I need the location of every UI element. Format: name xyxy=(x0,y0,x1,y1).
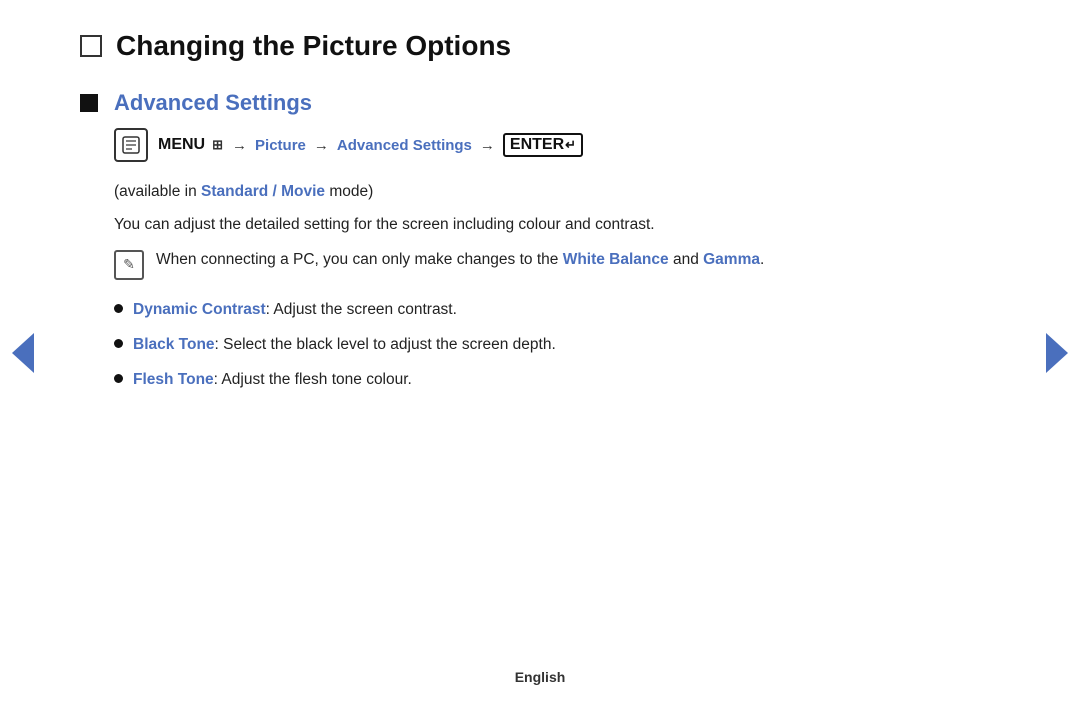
section-content: Advanced Settings MENU ⊞ → Picture → Adv… xyxy=(114,90,1000,403)
white-balance-link: White Balance xyxy=(563,251,669,268)
dynamic-contrast-link: Dynamic Contrast xyxy=(133,301,266,318)
bullet-dot-icon xyxy=(114,339,123,348)
description-text: You can adjust the detailed setting for … xyxy=(114,213,1000,238)
list-item-text: Black Tone: Select the black level to ad… xyxy=(133,333,556,356)
available-pre: (available in xyxy=(114,183,201,200)
page-title-row: Changing the Picture Options xyxy=(80,30,1000,62)
section-heading: Advanced Settings xyxy=(114,90,1000,116)
enter-label: ENTER xyxy=(510,136,564,154)
available-post: mode) xyxy=(325,183,373,200)
menu-path-row: MENU ⊞ → Picture → Advanced Settings → E… xyxy=(114,128,1000,162)
flesh-tone-desc: : Adjust the flesh tone colour. xyxy=(214,371,412,388)
list-item-text: Flesh Tone: Adjust the flesh tone colour… xyxy=(133,368,412,391)
menu-icon xyxy=(114,128,148,162)
note-text: When connecting a PC, you can only make … xyxy=(156,248,764,273)
page-container: Changing the Picture Options Advanced Se… xyxy=(0,0,1080,705)
note-icon xyxy=(114,250,144,280)
bullet-list: Dynamic Contrast: Adjust the screen cont… xyxy=(114,298,1000,392)
enter-box: ENTER↵ xyxy=(503,133,583,157)
nav-prev-button[interactable] xyxy=(12,333,34,373)
arrow1: → xyxy=(232,137,247,154)
note-pre: When connecting a PC, you can only make … xyxy=(156,251,563,268)
list-item-text: Dynamic Contrast: Adjust the screen cont… xyxy=(133,298,457,321)
section-bullet-icon xyxy=(80,94,98,112)
flesh-tone-link: Flesh Tone xyxy=(133,371,214,388)
menu-label: MENU xyxy=(158,136,205,154)
list-item: Dynamic Contrast: Adjust the screen cont… xyxy=(114,298,1000,321)
black-tone-link: Black Tone xyxy=(133,336,215,353)
section: Advanced Settings MENU ⊞ → Picture → Adv… xyxy=(80,90,1000,403)
arrow2: → xyxy=(314,137,329,154)
menu-picture-link: Picture xyxy=(255,137,306,154)
list-item: Flesh Tone: Adjust the flesh tone colour… xyxy=(114,368,1000,391)
note-mid: and xyxy=(669,251,703,268)
checkbox-icon xyxy=(80,35,102,57)
footer-language: English xyxy=(515,669,566,685)
available-mode-link: Standard / Movie xyxy=(201,183,325,200)
enter-return-icon: ↵ xyxy=(565,137,576,153)
arrow3: → xyxy=(480,137,495,154)
list-item: Black Tone: Select the black level to ad… xyxy=(114,333,1000,356)
note-post: . xyxy=(760,251,764,268)
gamma-link: Gamma xyxy=(703,251,760,268)
menu-advanced-settings-link: Advanced Settings xyxy=(337,137,472,154)
menu-bars-icon: ⊞ xyxy=(212,137,223,153)
black-tone-desc: : Select the black level to adjust the s… xyxy=(215,336,556,353)
bullet-dot-icon xyxy=(114,374,123,383)
bullet-dot-icon xyxy=(114,304,123,313)
page-title: Changing the Picture Options xyxy=(116,30,511,62)
dynamic-contrast-desc: : Adjust the screen contrast. xyxy=(266,301,457,318)
available-text: (available in Standard / Movie mode) xyxy=(114,180,1000,205)
note-row: When connecting a PC, you can only make … xyxy=(114,248,1000,280)
nav-next-button[interactable] xyxy=(1046,333,1068,373)
